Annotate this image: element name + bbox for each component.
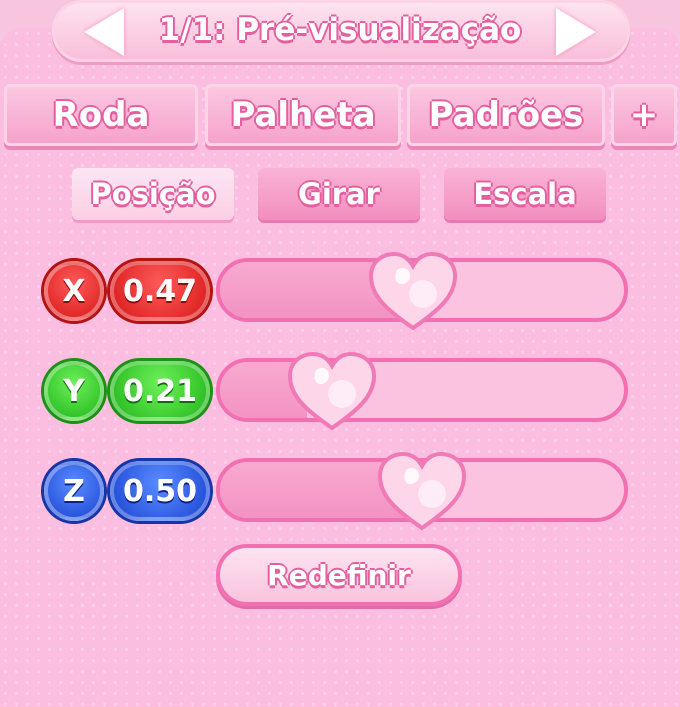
tab-palheta[interactable]: Palheta bbox=[205, 84, 401, 146]
reset-button[interactable]: Redefinir bbox=[216, 544, 462, 606]
subtab-escala[interactable]: Escala bbox=[444, 168, 606, 220]
tab-roda[interactable]: Roda bbox=[4, 84, 198, 146]
slider-x-heart-icon[interactable] bbox=[367, 250, 459, 334]
axis-x-value[interactable]: 0.47 bbox=[110, 261, 210, 321]
subtab-girar[interactable]: Girar bbox=[258, 168, 420, 220]
axis-y-badge: Y bbox=[44, 361, 104, 421]
axis-z-badge: Z bbox=[44, 461, 104, 521]
tab-padroes[interactable]: Padrões bbox=[407, 84, 605, 146]
subtab-posicao[interactable]: Posição bbox=[72, 168, 234, 220]
slider-y-heart-icon[interactable] bbox=[286, 350, 378, 434]
axis-x-badge: X bbox=[44, 261, 104, 321]
slider-y-track[interactable] bbox=[216, 358, 628, 422]
slider-z-heart-icon[interactable] bbox=[376, 450, 468, 534]
next-arrow-icon[interactable] bbox=[556, 8, 596, 56]
tab-more-button[interactable]: + bbox=[611, 84, 677, 146]
axis-z-value[interactable]: 0.50 bbox=[110, 461, 210, 521]
axis-y-value[interactable]: 0.21 bbox=[110, 361, 210, 421]
